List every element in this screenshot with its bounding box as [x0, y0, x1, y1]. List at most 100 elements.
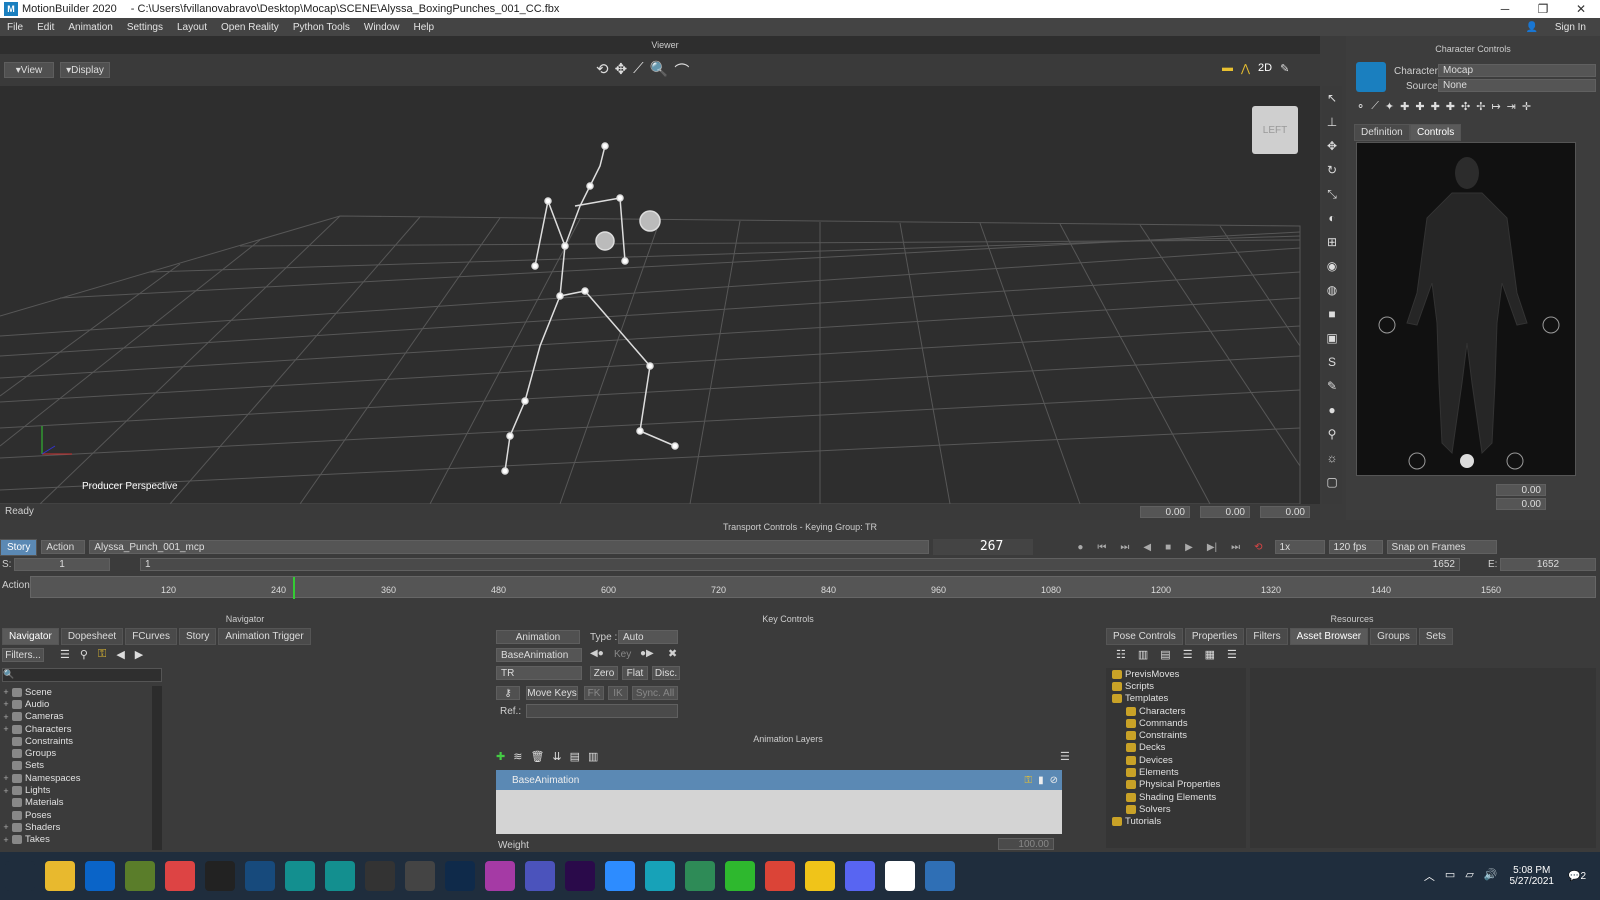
fk-icon[interactable]: ⚬ — [1356, 100, 1365, 116]
tab-groups[interactable]: Groups — [1370, 628, 1417, 645]
tree-item-shaders[interactable]: + Shaders — [2, 821, 152, 833]
character-icon[interactable] — [1356, 62, 1386, 92]
move-keys-button[interactable]: Move Keys — [526, 686, 578, 700]
go-start-icon[interactable]: ⏮ — [1097, 542, 1106, 553]
dolly-icon[interactable]: ⟋ — [633, 60, 644, 81]
tab-sets[interactable]: Sets — [1418, 628, 1453, 645]
pivot-icon[interactable]: ⊞ — [1324, 234, 1340, 250]
tab-story[interactable]: Story — [178, 628, 217, 645]
steam-icon[interactable] — [245, 861, 275, 891]
layer-solo-icon[interactable]: ▮ — [1038, 775, 1044, 786]
forward-icon[interactable]: ▶ — [135, 648, 143, 661]
asset-tree-item[interactable]: PrevisMoves — [1106, 668, 1246, 680]
timeline-ruler[interactable]: 120 240 360 480 600 720 840 960 1080 1200 1320 1440… — [30, 576, 1596, 599]
mirror-icon[interactable]: ✢ — [1476, 100, 1485, 116]
bodypart-icon[interactable]: ✚ — [1415, 100, 1424, 116]
snap-select[interactable]: Snap on Frames — [1386, 540, 1497, 554]
translate-icon[interactable]: ✥ — [1324, 138, 1340, 154]
film-icon[interactable]: ▬ — [1222, 62, 1233, 75]
asset-tree-item[interactable]: Templates — [1106, 693, 1246, 705]
start-icon[interactable] — [5, 861, 35, 891]
fullbody-icon[interactable]: ✚ — [1400, 100, 1409, 116]
brush-icon[interactable]: ✎ — [1324, 378, 1340, 394]
minimize-button[interactable]: ─ — [1486, 2, 1524, 16]
stop-icon[interactable]: ■ — [1165, 542, 1171, 553]
tab-asset-browser[interactable]: Asset Browser — [1289, 628, 1369, 645]
lock-icon[interactable]: ⚿ — [98, 648, 106, 661]
globe-icon[interactable]: ◉ — [1324, 258, 1340, 274]
sphere-icon[interactable]: ● — [1324, 402, 1340, 418]
layers-menu-icon[interactable]: ☰ — [1060, 750, 1070, 763]
start-field[interactable]: 1 — [14, 558, 110, 571]
cc-value-1[interactable]: 0.00 — [1496, 484, 1546, 496]
animation-mode-button[interactable]: Animation — [496, 630, 580, 644]
ik-button[interactable]: IK — [608, 686, 628, 700]
asset-tree-item[interactable]: Elements — [1106, 766, 1246, 778]
curve-icon[interactable]: ⋀ — [1241, 62, 1250, 75]
character-select[interactable]: Mocap — [1438, 64, 1596, 77]
tab-animation-trigger[interactable]: Animation Trigger — [218, 628, 311, 645]
chrome-icon[interactable] — [765, 861, 795, 891]
action-dropdown[interactable]: Action — [41, 540, 86, 554]
minecraft-icon[interactable] — [125, 861, 155, 891]
thumb-view-icon[interactable]: ☰ — [1227, 648, 1237, 661]
teams-icon[interactable] — [525, 861, 555, 891]
asset-tree-item[interactable]: Scripts — [1106, 680, 1246, 692]
asset-tree-item[interactable]: Commands — [1106, 717, 1246, 729]
mail-icon[interactable] — [85, 861, 115, 891]
prev-key-icon[interactable]: ⏭ — [1120, 542, 1129, 553]
tab-dopesheet[interactable]: Dopesheet — [60, 628, 124, 645]
menu-open-reality[interactable]: Open Reality — [214, 22, 286, 33]
roll-icon[interactable]: ⌒ — [674, 60, 689, 81]
app2-icon[interactable] — [485, 861, 515, 891]
go-end-icon[interactable]: ⏭ — [1231, 542, 1240, 553]
tab-controls[interactable]: Controls — [1410, 124, 1462, 141]
filters-button[interactable]: Filters... — [2, 648, 44, 662]
restore-button[interactable]: ❐ — [1524, 2, 1562, 16]
asset-tree-item[interactable]: Constraints — [1106, 729, 1246, 741]
coord-z-field[interactable]: 0.00 — [1260, 506, 1310, 518]
tree-item-constraints[interactable]: Constraints — [2, 735, 152, 747]
motionbuilder-active-icon[interactable] — [325, 861, 355, 891]
disc-button[interactable]: Disc. — [652, 666, 680, 680]
light-icon[interactable]: ☼ — [1324, 450, 1340, 466]
fps-select[interactable]: 120 fps — [1328, 540, 1383, 554]
type-select[interactable]: Auto — [618, 630, 678, 644]
menu-edit[interactable]: Edit — [30, 22, 61, 33]
list-icon[interactable]: ☰ — [60, 648, 70, 661]
skeleton-icon[interactable]: ⚲ — [1324, 426, 1340, 442]
prev-key-button[interactable]: ◀● — [590, 648, 604, 659]
world-icon[interactable]: ◍ — [1324, 282, 1340, 298]
menu-python-tools[interactable]: Python Tools — [286, 22, 357, 33]
tree-item-cameras[interactable]: + Cameras — [2, 711, 152, 723]
back-icon[interactable]: ◀ — [116, 648, 124, 661]
tab-definition[interactable]: Definition — [1354, 124, 1410, 141]
coord-y-field[interactable]: 0.00 — [1200, 506, 1250, 518]
app3-icon[interactable] — [645, 861, 675, 891]
key-icon[interactable]: ⚷ — [496, 686, 520, 700]
icon-view-icon[interactable]: ▦ — [1205, 648, 1215, 661]
volume-icon[interactable]: 🔊 — [1484, 868, 1498, 884]
body-icon[interactable]: ✦ — [1385, 100, 1394, 116]
weight-field[interactable]: 100.00 — [998, 838, 1054, 850]
layer-row[interactable]: BaseAnimation ⚿ ▮ ⊘ — [496, 770, 1062, 790]
speed-select[interactable]: 1x — [1274, 540, 1325, 554]
pivot-pin-icon[interactable]: ✛ — [1522, 100, 1531, 116]
transform-icon[interactable]: ◐ — [1324, 210, 1340, 226]
selection-icon[interactable]: ✚ — [1431, 100, 1440, 116]
delete-key-icon[interactable]: ✖ — [668, 647, 677, 660]
next-key-button[interactable]: ●▶ — [640, 648, 654, 659]
pen-icon[interactable]: ✎ — [1280, 62, 1289, 75]
premiere-icon[interactable] — [565, 861, 595, 891]
layer-select[interactable]: BaseAnimation — [496, 648, 582, 662]
pin-icon[interactable]: ✚ — [1446, 100, 1455, 116]
scale-icon[interactable]: ⤡ — [1324, 186, 1340, 202]
step-back-icon[interactable]: ◀ — [1143, 542, 1151, 553]
end-field[interactable]: 1652 — [1500, 558, 1596, 571]
record-icon[interactable]: ● — [1077, 542, 1083, 553]
folder2-icon[interactable]: ▥ — [588, 750, 598, 763]
tree-item-materials[interactable]: Materials — [2, 797, 152, 809]
app4-icon[interactable] — [725, 861, 755, 891]
local-icon[interactable]: ⊥ — [1324, 114, 1340, 130]
layers-icon[interactable]: ≋ — [513, 750, 522, 763]
